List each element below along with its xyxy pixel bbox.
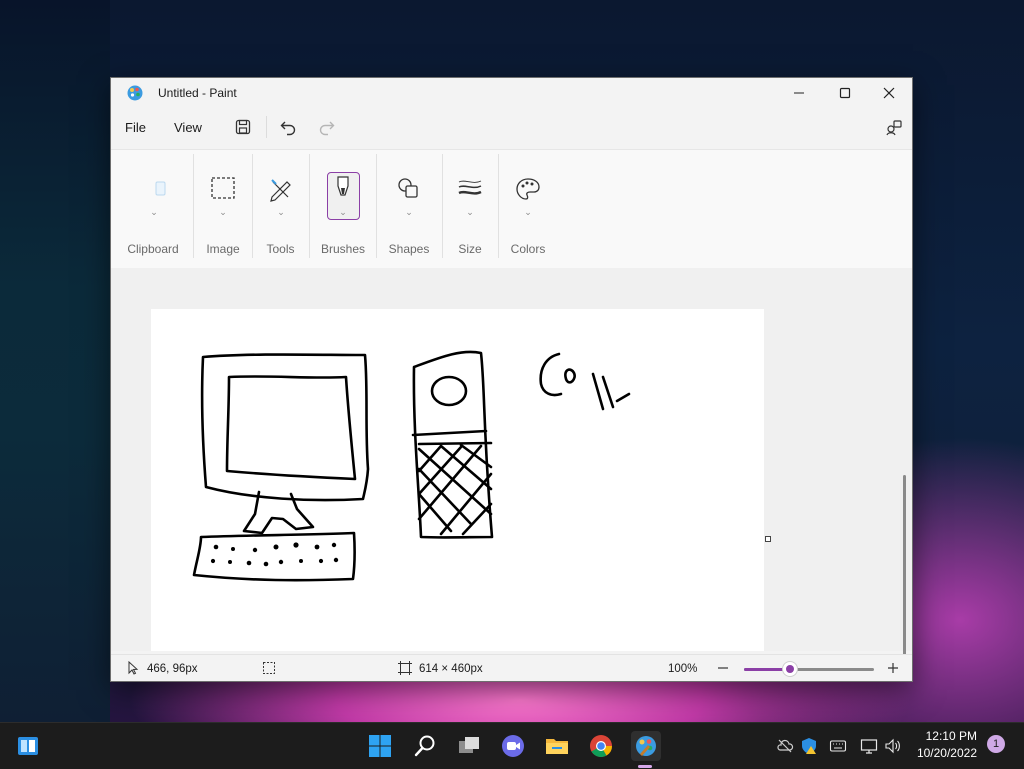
keyboard-keys: [210, 542, 339, 567]
close-icon: [883, 87, 895, 99]
security-warning-icon[interactable]: [800, 737, 818, 755]
chevron-down-icon: ⌄: [524, 207, 532, 217]
ribbon-label-colors: Colors: [510, 242, 546, 256]
task-view-icon: [459, 737, 479, 753]
canvas-size-icon: [398, 661, 412, 675]
zoom-level: 100%: [668, 663, 698, 675]
save-icon[interactable]: [234, 118, 252, 136]
notification-badge[interactable]: 1: [987, 735, 1005, 753]
drawing-canvas[interactable]: [151, 309, 764, 651]
close-button[interactable]: [866, 78, 912, 108]
cursor-position: 466, 96px: [147, 663, 198, 675]
shapes-icon: [398, 178, 418, 198]
desktop-shade: [0, 0, 110, 722]
paint-icon: [636, 736, 656, 756]
minimize-button[interactable]: [776, 78, 822, 108]
selection-size-icon: [263, 662, 275, 674]
drawing-strokes: [192, 350, 631, 582]
canvas-size: 614 × 460px: [419, 663, 483, 675]
network-icon[interactable]: [860, 737, 878, 755]
ribbon-group-clipboard[interactable]: ⌄ Clipboard: [119, 150, 187, 268]
chevron-down-icon: ⌄: [405, 207, 413, 217]
ribbon-label-shapes: Shapes: [388, 242, 430, 256]
status-bar: 466, 96px 614 × 460px 100%: [111, 654, 912, 681]
menu-bar: File View: [111, 108, 912, 148]
pencil-icon: [270, 179, 291, 202]
search-button[interactable]: [411, 732, 439, 760]
chrome-button[interactable]: [587, 732, 615, 760]
cursor-icon: [128, 661, 139, 675]
vertical-scrollbar[interactable]: [903, 475, 906, 681]
maximize-icon: [839, 87, 851, 99]
clock-time[interactable]: 12:10 PM: [905, 729, 977, 743]
canvas-resize-handle[interactable]: [765, 536, 771, 542]
ribbon-group-shapes[interactable]: ⌄ Shapes: [377, 150, 441, 268]
palette-icon: [516, 178, 540, 200]
ribbon-label-brushes: Brushes: [320, 242, 366, 256]
select-icon: [211, 177, 235, 199]
canvas-area[interactable]: [111, 268, 912, 681]
menu-separator: [266, 116, 267, 138]
chevron-down-icon: ⌄: [219, 207, 227, 217]
search-icon: [414, 735, 435, 757]
task-view-button[interactable]: [455, 732, 483, 760]
start-icon: [369, 735, 391, 757]
ribbon-separator: [309, 154, 310, 258]
taskbar: 12:10 PM 10/20/2022: [0, 722, 1024, 769]
widgets-button[interactable]: [14, 732, 42, 760]
ribbon-group-image[interactable]: ⌄ Image: [195, 150, 251, 268]
brush-icon: [337, 176, 349, 196]
ribbon-label-tools: Tools: [266, 242, 295, 256]
ribbon-label-image: Image: [206, 242, 240, 256]
file-menu[interactable]: File: [125, 120, 146, 135]
redo-icon[interactable]: [318, 118, 336, 136]
clock-date[interactable]: 10/20/2022: [905, 746, 977, 760]
file-explorer-icon: [546, 739, 568, 754]
ribbon-group-brushes[interactable]: ⌄ Brushes: [311, 150, 375, 268]
zoom-slider[interactable]: [744, 662, 874, 676]
start-button[interactable]: [366, 732, 394, 760]
undo-icon[interactable]: [279, 118, 297, 136]
window-title: Untitled - Paint: [158, 86, 237, 100]
paint-app-icon: [127, 85, 143, 101]
share-icon[interactable]: [885, 118, 903, 136]
widgets-icon: [18, 737, 38, 755]
view-menu[interactable]: View: [174, 120, 202, 135]
ribbon-separator: [193, 154, 194, 258]
chevron-down-icon: ⌄: [277, 207, 285, 217]
ribbon-group-size[interactable]: ⌄ Size: [443, 150, 497, 268]
minimize-icon: [794, 92, 804, 94]
zoom-in-icon[interactable]: [886, 661, 900, 675]
zoom-slider-thumb[interactable]: [782, 662, 797, 676]
file-explorer-button[interactable]: [543, 732, 571, 760]
title-bar[interactable]: Untitled - Paint: [111, 78, 912, 108]
chevron-down-icon: ⌄: [466, 207, 474, 217]
ribbon-group-colors[interactable]: ⌄ Colors: [499, 150, 557, 268]
maximize-button[interactable]: [822, 78, 868, 108]
chevron-down-icon: ⌄: [150, 207, 158, 217]
ribbon-label-clipboard: Clipboard: [127, 242, 179, 256]
chevron-down-icon: ⌄: [339, 207, 347, 217]
clipboard-icon: [155, 181, 166, 196]
ribbon-group-tools[interactable]: ⌄ Tools: [253, 150, 308, 268]
chat-icon: [502, 735, 524, 757]
ribbon-label-size: Size: [458, 242, 482, 256]
cloud-offline-icon[interactable]: [776, 737, 794, 755]
paint-taskbar-button[interactable]: [631, 731, 661, 761]
ribbon: ⌄ Clipboard ⌄ Image ⌄ Tools ⌄ Brushes ⌄ …: [111, 149, 912, 269]
chat-button[interactable]: [499, 732, 527, 760]
volume-icon[interactable]: [884, 737, 902, 755]
chrome-icon: [590, 735, 612, 757]
paint-window: Untitled - Paint File View ⌄ Clipboard ⌄…: [110, 77, 913, 682]
keyboard-icon[interactable]: [829, 737, 847, 755]
size-icon: [458, 180, 482, 195]
zoom-out-icon[interactable]: [716, 661, 730, 675]
